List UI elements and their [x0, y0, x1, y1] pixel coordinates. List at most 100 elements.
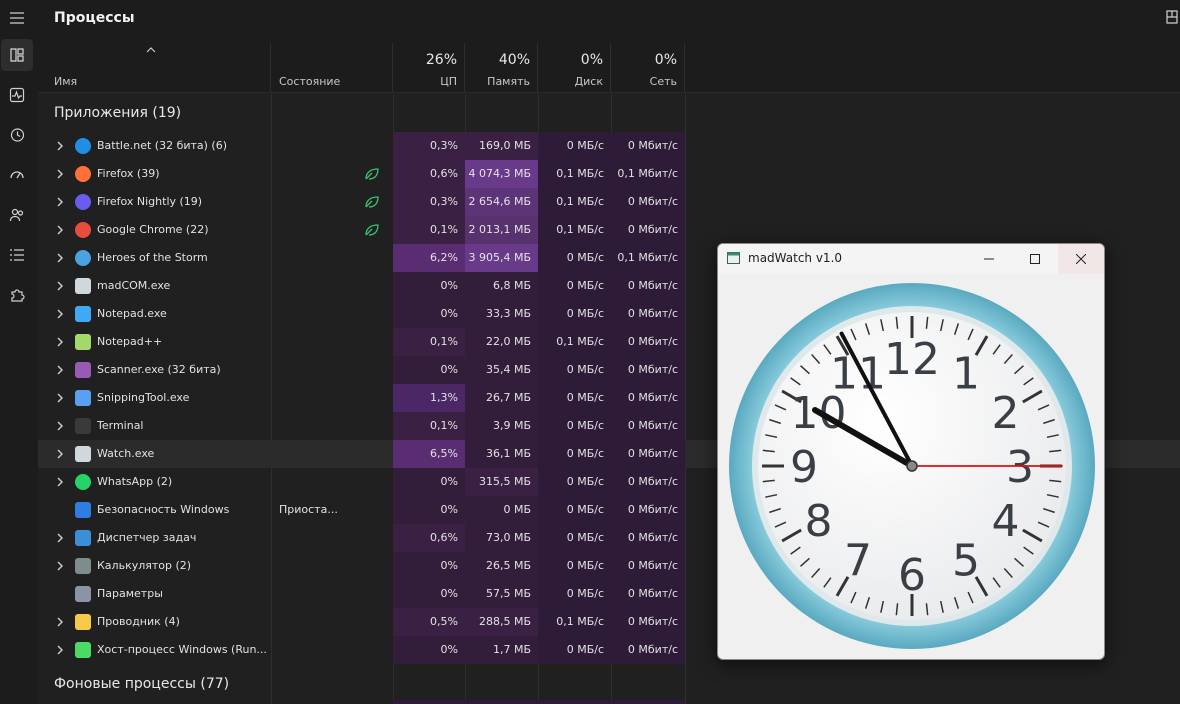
close-icon [1076, 254, 1086, 264]
maximize-button[interactable] [1012, 244, 1058, 274]
cell-cpu: 0% [393, 552, 465, 580]
cell-disk: 0 МБ/с [538, 524, 611, 552]
column-header-memory[interactable]: 40% Память [465, 43, 538, 93]
group-header-background[interactable]: Фоновые процессы (77) [54, 676, 229, 692]
nav-details[interactable] [1, 239, 33, 271]
cell-net: 0 Мбит/с [611, 412, 685, 440]
process-name: Terminal [97, 419, 144, 432]
column-header-cpu[interactable]: 26% ЦП [393, 43, 465, 93]
chevron-right-icon[interactable] [56, 617, 64, 627]
cell-mem: 169,0 МБ [465, 132, 538, 160]
group-header-apps[interactable]: Приложения (19) [54, 105, 181, 121]
chevron-right-icon[interactable] [56, 169, 64, 179]
chevron-right-icon[interactable] [56, 281, 64, 291]
cell-cpu: 0,6% [393, 524, 465, 552]
madwatch-window[interactable]: madWatch v1.0 12 1 2 3 4 5 6 7 8 9 10 11 [717, 243, 1105, 660]
cell-disk: 0 МБ/с [538, 272, 611, 300]
table-row[interactable]: firefox-nightly-icon Firefox Nightly (19)… [38, 188, 1180, 216]
whatsapp-icon: whatsapp-icon [75, 474, 91, 490]
nav-users[interactable] [1, 199, 33, 231]
history-icon [10, 128, 25, 142]
column-header-disk[interactable]: 0% Диск [538, 43, 611, 93]
chevron-right-icon[interactable] [56, 393, 64, 403]
clock-numeral: 7 [844, 536, 872, 587]
column-header-name[interactable]: Имя [38, 43, 271, 93]
chevron-right-icon[interactable] [56, 309, 64, 319]
process-name: WhatsApp (2) [97, 475, 173, 488]
cell-mem: 4 074,3 МБ [465, 160, 538, 188]
chevron-right-icon[interactable] [56, 477, 64, 487]
process-name: madCOM.exe [97, 279, 171, 292]
cell-disk: 0 МБ/с [538, 132, 611, 160]
chevron-right-icon[interactable] [56, 533, 64, 543]
scanner-icon: scanner-icon [75, 362, 91, 378]
cell-disk: 0 МБ/с [538, 468, 611, 496]
table-row[interactable]: battlenet-icon Battle.net (32 бита) (6) 0,… [38, 132, 1180, 160]
chevron-right-icon[interactable] [56, 197, 64, 207]
close-button[interactable] [1058, 244, 1104, 274]
cell-mem: 57,5 МБ [465, 580, 538, 608]
window-title: madWatch v1.0 [748, 251, 843, 265]
chevron-right-icon[interactable] [56, 421, 64, 431]
layout-icon[interactable] [1166, 10, 1178, 24]
cpu-total: 26% [425, 52, 457, 68]
process-name: Безопасность Windows [97, 503, 230, 516]
firefox-nightly-icon: firefox-nightly-icon [75, 194, 91, 210]
cell-name: scanner-icon Scanner.exe (32 бита) [38, 356, 271, 384]
chevron-right-icon[interactable] [56, 253, 64, 263]
cell-net: 0 Мбит/с [611, 496, 685, 524]
cell-disk: 0 МБ/с [538, 636, 611, 664]
nav-processes[interactable] [1, 39, 33, 71]
cell-mem: 36,1 МБ [465, 440, 538, 468]
chevron-right-icon[interactable] [56, 645, 64, 655]
cell-cpu: 0% [393, 636, 465, 664]
cell-disk: 0 МБ/с [538, 300, 611, 328]
menu-button[interactable] [1, 2, 33, 34]
cell-name: chrome-icon Google Chrome (22) [38, 216, 271, 244]
nav-services[interactable] [1, 279, 33, 311]
chevron-right-icon[interactable] [56, 141, 64, 151]
analog-clock: 12 1234567891011 [729, 283, 1095, 649]
cell-cpu: 0,1% [393, 412, 465, 440]
clock-numeral: 11 [830, 348, 886, 399]
chevron-right-icon[interactable] [56, 449, 64, 459]
column-header-network[interactable]: 0% Сеть [611, 43, 685, 93]
speedometer-icon [10, 171, 24, 179]
nav-startup[interactable] [1, 159, 33, 191]
cell-mem: 315,5 МБ [465, 468, 538, 496]
cell-cpu: 0,3% [393, 132, 465, 160]
heroes-icon: heroes-icon [75, 250, 91, 266]
window-titlebar[interactable]: madWatch v1.0 [718, 244, 1104, 274]
disk-total: 0% [580, 52, 603, 68]
screen: Процессы Имя Состояние 26% ЦП 40% Память… [0, 0, 1180, 704]
minimize-button[interactable] [966, 244, 1012, 274]
cell-disk: 0 МБ/с [538, 356, 611, 384]
chevron-right-icon[interactable] [56, 365, 64, 375]
table-row[interactable]: firefox-iconFirefox (39)0,6%4 074,3 МБ0,… [38, 160, 1180, 188]
cell-disk: 0 МБ/с [538, 244, 611, 272]
cell-cpu: 0% [393, 356, 465, 384]
process-name: Firefox (39) [97, 167, 160, 180]
cell-mem: 3,9 МБ [465, 412, 538, 440]
cell-net: 0 Мбит/с [611, 552, 685, 580]
cell-state [271, 356, 393, 384]
cell-mem: 6,8 МБ [465, 272, 538, 300]
column-header-state[interactable]: Состояние [271, 43, 393, 93]
table-row[interactable]: chrome-icon Google Chrome (22) 0,1%2 013,1… [38, 216, 1180, 244]
clock-numeral: 9 [790, 442, 818, 493]
cell-state [271, 580, 393, 608]
cell-state [271, 272, 393, 300]
terminal-icon: terminal-icon [75, 418, 91, 434]
cell-net: 0 Мбит/с [611, 356, 685, 384]
cell-mem: 26,5 МБ [465, 552, 538, 580]
cell-disk: 0,1 МБ/с [538, 216, 611, 244]
nav-app-history[interactable] [1, 119, 33, 151]
clock-numeral: 5 [952, 536, 980, 587]
chevron-right-icon[interactable] [56, 337, 64, 347]
chevron-right-icon[interactable] [56, 225, 64, 235]
process-name: Watch.exe [97, 447, 155, 460]
cell-state [271, 608, 393, 636]
cell-state [271, 552, 393, 580]
nav-performance[interactable] [1, 79, 33, 111]
chevron-right-icon[interactable] [56, 561, 64, 571]
